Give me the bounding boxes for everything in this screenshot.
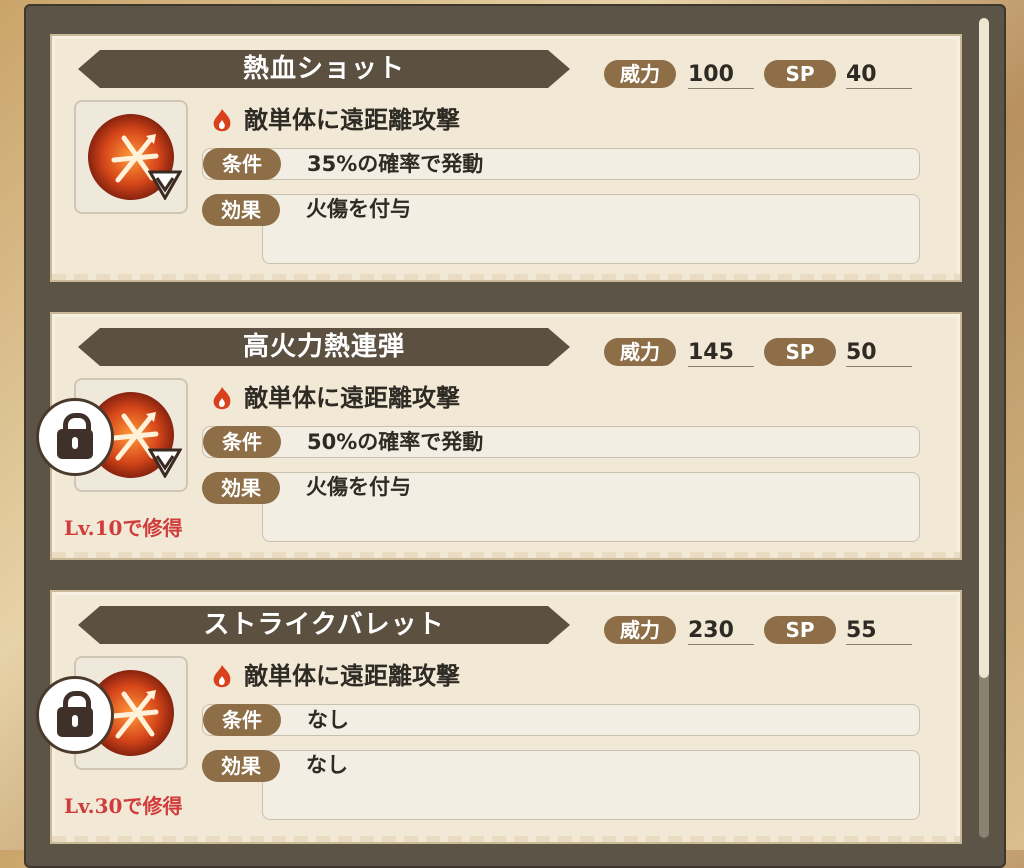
effect-label: 効果 — [202, 194, 280, 226]
power-value: 145 — [688, 338, 754, 367]
skill-description: 敵単体に遠距離攻撃 — [244, 384, 460, 412]
lock-icon — [36, 398, 114, 476]
condition-row: 条件 なし — [202, 704, 920, 736]
fire-element-icon — [213, 387, 231, 410]
skill-card-1[interactable]: 熱血ショット 威力 100 SP 40 敵単体に遠距離攻撃 条件 35%の確率で… — [50, 34, 962, 282]
power-label: 威力 — [604, 616, 676, 644]
power-label: 威力 — [604, 60, 676, 88]
condition-label: 条件 — [203, 148, 281, 180]
sp-value: 40 — [846, 60, 912, 89]
condition-label: 条件 — [203, 426, 281, 458]
condition-row: 条件 35%の確率で発動 — [202, 148, 920, 180]
condition-label: 条件 — [203, 704, 281, 736]
effect-label: 効果 — [202, 750, 280, 782]
sp-label: SP — [764, 60, 836, 88]
effect-value: なし — [306, 753, 348, 777]
fire-element-icon — [213, 109, 231, 132]
power-label: 威力 — [604, 338, 676, 366]
lock-icon — [36, 676, 114, 754]
unlock-requirement: Lv.30で修得 — [64, 794, 183, 818]
skill-name-banner: ストライクバレット — [78, 606, 570, 644]
skill-name: 高火力熱連弾 — [242, 332, 405, 362]
condition-value: 50%の確率で発動 — [307, 430, 484, 454]
skill-card-2[interactable]: 高火力熱連弾 威力 145 SP 50 Lv.10で修得 敵単体に遠距離攻撃 条… — [36, 312, 962, 560]
skill-icon-frame — [74, 100, 188, 214]
skill-description: 敵単体に遠距離攻撃 — [244, 106, 460, 134]
effect-label: 効果 — [202, 472, 280, 504]
condition-value: なし — [307, 708, 349, 732]
sp-label: SP — [764, 338, 836, 366]
debuff-down-icon — [148, 448, 182, 478]
skill-name-banner: 熱血ショット — [78, 50, 570, 88]
skill-description: 敵単体に遠距離攻撃 — [244, 662, 460, 690]
sp-value: 55 — [846, 616, 912, 645]
sp-label: SP — [764, 616, 836, 644]
power-value: 100 — [688, 60, 754, 89]
effect-value: 火傷を付与 — [306, 197, 411, 221]
condition-row: 条件 50%の確率で発動 — [202, 426, 920, 458]
power-value: 230 — [688, 616, 754, 645]
skill-name-banner: 高火力熱連弾 — [78, 328, 570, 366]
debuff-down-icon — [148, 170, 182, 200]
effect-value: 火傷を付与 — [306, 475, 411, 499]
skill-name: ストライクバレット — [203, 610, 445, 640]
skill-card-3[interactable]: ストライクバレット 威力 230 SP 55 Lv.30で修得 敵単体に遠距離攻… — [36, 590, 962, 844]
unlock-requirement: Lv.10で修得 — [64, 516, 183, 540]
skill-name: 熱血ショット — [242, 54, 405, 84]
condition-value: 35%の確率で発動 — [307, 152, 484, 176]
effect-box — [262, 750, 920, 820]
fire-element-icon — [213, 665, 231, 688]
sp-value: 50 — [846, 338, 912, 367]
scrollbar-thumb[interactable] — [979, 18, 989, 678]
